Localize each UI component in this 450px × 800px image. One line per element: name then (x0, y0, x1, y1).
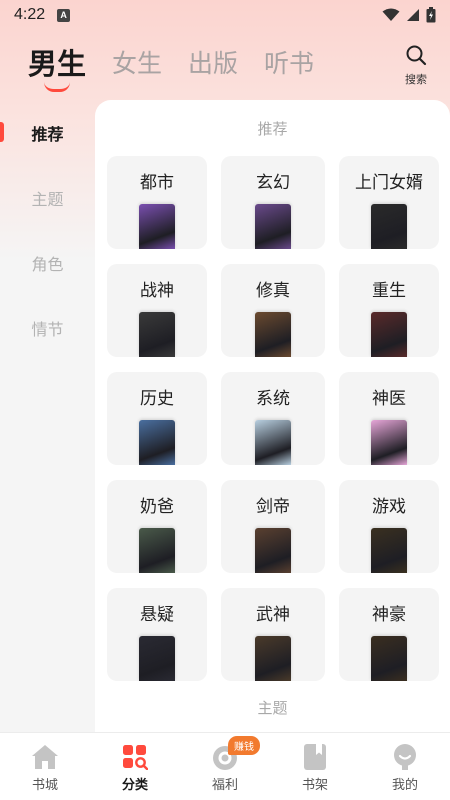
side-nav: 推荐 主题 角色 情节 (0, 100, 95, 360)
category-card[interactable]: 神医 (339, 372, 439, 465)
tab-male[interactable]: 男生 (28, 44, 87, 92)
category-card[interactable]: 都市 (107, 156, 207, 249)
search-button[interactable]: 搜索 (398, 44, 434, 87)
section-title: 推荐 (257, 120, 288, 138)
category-card[interactable]: 武神 (221, 588, 325, 681)
status-time: 4:22 (14, 6, 46, 23)
nav-label: 福利 (211, 778, 238, 793)
book-cover-image (255, 528, 291, 573)
nav-label: 我的 (391, 778, 418, 793)
home-icon (30, 743, 60, 771)
category-card[interactable]: 悬疑 (107, 588, 207, 681)
category-label: 剑帝 (256, 497, 290, 517)
signal-icon (407, 9, 419, 21)
nav-profile[interactable]: 我的 (360, 733, 450, 800)
tab-audiobook[interactable]: 听书 (264, 44, 314, 84)
wifi-icon (382, 8, 400, 21)
battery-icon (426, 7, 436, 23)
book-cover-image (139, 204, 175, 249)
category-label: 历史 (140, 389, 174, 409)
category-card[interactable]: 上门女婿 (339, 156, 439, 249)
book-cover-image (139, 528, 175, 573)
book-cover-image (255, 636, 291, 681)
book-cover-image (139, 312, 175, 357)
category-label: 奶爸 (140, 497, 174, 517)
category-label: 重生 (372, 281, 406, 301)
tab-label: 出版 (188, 49, 239, 78)
side-item-plot[interactable]: 情节 (0, 295, 95, 360)
top-tabs: 男生 女生 出版 听书 (28, 44, 314, 92)
nav-label: 书架 (301, 778, 328, 793)
tab-publish[interactable]: 出版 (188, 44, 238, 84)
category-card[interactable]: 游戏 (339, 480, 439, 573)
book-cover-image (255, 204, 291, 249)
nav-category[interactable]: 分类 (90, 733, 180, 800)
category-card[interactable]: 修真 (221, 264, 325, 357)
category-label: 战神 (140, 281, 174, 301)
next-section-title: 主题 (257, 699, 288, 717)
book-cover-image (371, 636, 407, 681)
tab-female[interactable]: 女生 (112, 44, 162, 84)
side-item-label: 推荐 (31, 124, 64, 144)
book-cover-image (371, 204, 407, 249)
side-item-theme[interactable]: 主题 (0, 165, 95, 230)
nav-welfare[interactable]: 赚钱 福利 (180, 733, 270, 800)
category-label: 修真 (256, 281, 290, 301)
category-card[interactable]: 系统 (221, 372, 325, 465)
book-cover-image (139, 636, 175, 681)
book-cover-image (371, 420, 407, 465)
book-cover-image (371, 528, 407, 573)
category-card[interactable]: 神豪 (339, 588, 439, 681)
category-card[interactable]: 剑帝 (221, 480, 325, 573)
category-card[interactable]: 奶爸 (107, 480, 207, 573)
category-card[interactable]: 历史 (107, 372, 207, 465)
bookshelf-icon (300, 743, 330, 771)
search-label: 搜索 (405, 73, 427, 86)
earn-badge: 赚钱 (228, 736, 260, 755)
search-icon (406, 45, 427, 66)
nav-bookshelf[interactable]: 书架 (270, 733, 360, 800)
category-grid: 都市 玄幻 上门女婿战神 修真 重生历史 系统 神医奶爸 剑帝 游戏悬疑 武神 神豪 (95, 156, 450, 681)
bottom-nav: 书城 分类 赚钱 福利 书架 我的 (0, 732, 450, 800)
status-bar: 4:22 A (0, 0, 450, 30)
side-item-label: 角色 (31, 254, 64, 274)
book-cover-image (255, 420, 291, 465)
book-cover-image (255, 312, 291, 357)
category-icon (120, 743, 150, 771)
category-card[interactable]: 玄幻 (221, 156, 325, 249)
category-card[interactable]: 战神 (107, 264, 207, 357)
category-panel: 推荐 都市 玄幻 上门女婿战神 修真 重生历史 系统 神医奶爸 剑帝 游戏悬疑 武神 神豪 主题 (95, 100, 450, 732)
category-card[interactable]: 重生 (339, 264, 439, 357)
nav-bookstore[interactable]: 书城 (0, 733, 90, 800)
nav-label: 书城 (31, 778, 58, 793)
nav-label: 分类 (121, 778, 148, 793)
category-label: 神医 (372, 389, 406, 409)
category-label: 系统 (256, 389, 290, 409)
category-label: 玄幻 (256, 173, 290, 193)
side-item-recommend[interactable]: 推荐 (0, 100, 95, 165)
book-cover-image (139, 420, 175, 465)
tab-label: 听书 (264, 49, 315, 78)
category-label: 神豪 (372, 605, 406, 625)
tab-label: 女生 (112, 49, 163, 78)
profile-icon (390, 743, 420, 771)
tab-label: 男生 (28, 47, 87, 81)
category-label: 悬疑 (140, 605, 174, 625)
notification-icon: A (57, 8, 71, 22)
status-indicators (382, 7, 436, 23)
side-item-role[interactable]: 角色 (0, 230, 95, 295)
category-label: 上门女婿 (355, 173, 423, 193)
category-label: 都市 (140, 173, 174, 193)
category-label: 武神 (256, 605, 290, 625)
category-label: 游戏 (372, 497, 406, 517)
book-cover-image (371, 312, 407, 357)
side-item-label: 情节 (31, 319, 64, 339)
side-item-label: 主题 (31, 189, 64, 209)
